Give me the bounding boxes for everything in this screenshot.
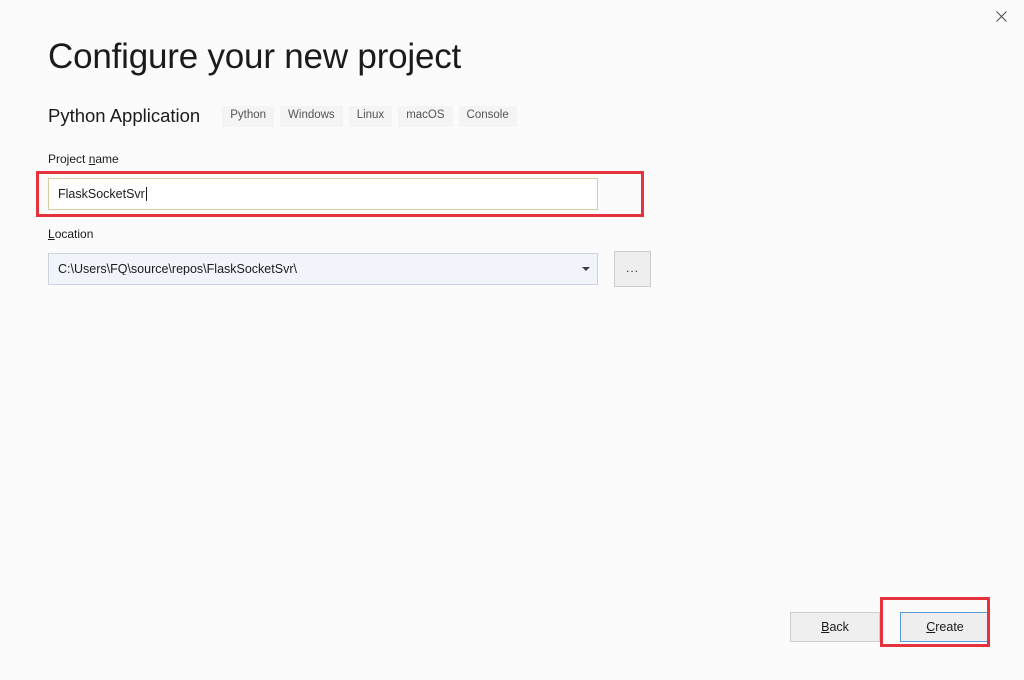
template-name: Python Application	[48, 105, 201, 126]
project-name-label: Project name	[48, 152, 119, 166]
text-cursor	[145, 187, 147, 201]
template-summary: Python Application Python Windows Linux …	[48, 106, 523, 127]
location-label: Location	[48, 227, 94, 241]
template-tag: Python	[222, 106, 275, 127]
location-value: C:\Users\FQ\source\repos\FlaskSocketSvr\	[58, 262, 297, 276]
template-tag: Windows	[280, 106, 343, 127]
location-combobox[interactable]: C:\Users\FQ\source\repos\FlaskSocketSvr\	[48, 253, 598, 285]
accelerator-letter: B	[821, 619, 830, 634]
create-button[interactable]: Create	[900, 612, 990, 642]
project-name-input[interactable]: FlaskSocketSvr	[48, 178, 598, 210]
browse-location-button[interactable]: ...	[614, 251, 651, 287]
template-tag: Console	[458, 106, 517, 127]
template-tag-list: Python Windows Linux macOS Console	[222, 106, 523, 127]
dialog-body: Configure your new project Python Applic…	[48, 0, 1024, 680]
accelerator-letter: C	[926, 619, 936, 634]
chevron-down-icon[interactable]	[575, 254, 597, 284]
back-button[interactable]: Back	[790, 612, 880, 642]
accelerator-letter: L	[48, 227, 55, 241]
template-tag: macOS	[398, 106, 453, 127]
page-title: Configure your new project	[48, 37, 462, 76]
project-name-value: FlaskSocketSvr	[58, 186, 145, 201]
dialog-footer: Back Create	[790, 612, 990, 642]
template-tag: Linux	[348, 106, 393, 127]
